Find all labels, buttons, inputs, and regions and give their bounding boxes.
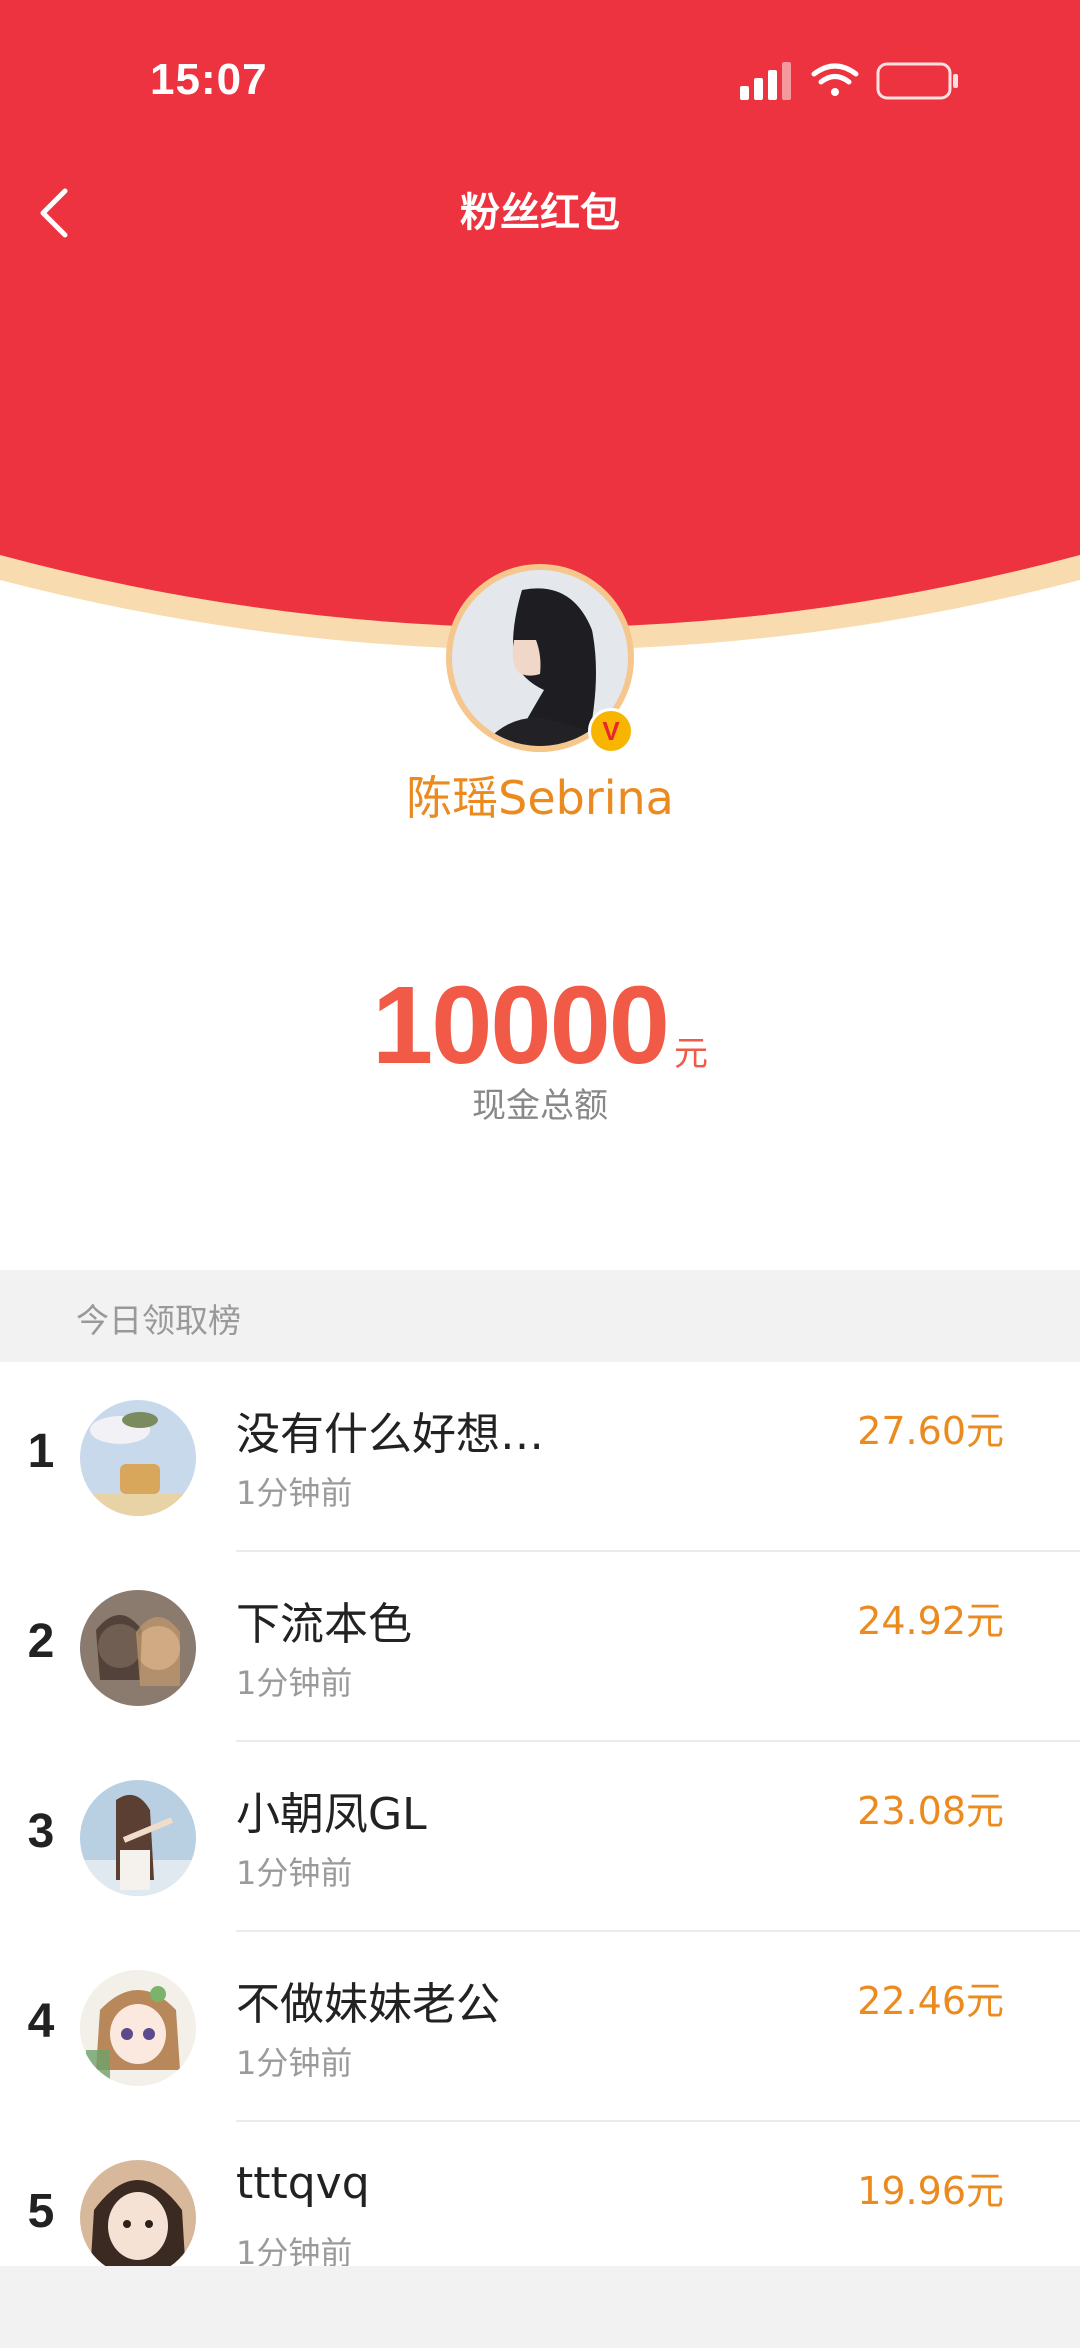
user-avatar[interactable] (80, 1970, 196, 2086)
rank-number: 3 (27, 1805, 55, 1858)
list-item[interactable]: 4 不做妹妹老公 1分钟前 22.46元 (0, 1932, 1080, 2122)
nav-bar: 粉丝红包 (0, 160, 1080, 260)
signal-icon (740, 62, 791, 100)
status-time: 15:07 (150, 55, 268, 104)
status-icons (740, 58, 980, 104)
claim-amount: 23.08元 (857, 1789, 1004, 1833)
leaderboard-list: 1 没有什么好想… 1分钟前 27.60元 2 下流本色 1分钟前 24.92元… (0, 1362, 1080, 2312)
list-item[interactable]: 1 没有什么好想… 1分钟前 27.60元 (0, 1362, 1080, 1552)
user-avatar[interactable] (80, 1590, 196, 1706)
user-avatar[interactable] (80, 1400, 196, 1516)
page-title: 粉丝红包 (460, 190, 620, 236)
profile-name: 陈瑶Sebrina (406, 771, 674, 825)
leaderboard-title: 今日领取榜 (76, 1301, 241, 1340)
total-amount-row: 10000 元 (0, 962, 1080, 1087)
bottom-bar (0, 2266, 1080, 2348)
user-name: 没有什么好想… (236, 1409, 544, 1460)
claim-time: 1分钟前 (236, 2044, 353, 2082)
rank-number: 4 (27, 1995, 55, 2048)
user-name: tttqvq (236, 2158, 370, 2209)
user-avatar[interactable] (80, 1780, 196, 1896)
user-name: 小朝凤GL (236, 1789, 427, 1840)
total-amount: 10000 (372, 964, 670, 1087)
user-name: 下流本色 (236, 1599, 412, 1650)
claim-amount: 22.46元 (857, 1979, 1004, 2023)
wifi-icon (811, 63, 859, 96)
claim-amount: 24.92元 (857, 1599, 1004, 1643)
total-amount-caption: 现金总额 (472, 1086, 608, 1126)
list-item[interactable]: 2 下流本色 1分钟前 24.92元 (0, 1552, 1080, 1742)
claim-time: 1分钟前 (236, 1474, 353, 1512)
rank-number: 5 (27, 2185, 55, 2238)
status-bar: 15:07 (0, 0, 1080, 150)
rank-number: 1 (27, 1425, 55, 1478)
claim-amount: 19.96元 (857, 2169, 1004, 2213)
claim-time: 1分钟前 (236, 1664, 353, 1702)
user-avatar[interactable] (80, 2160, 196, 2276)
claim-amount: 27.60元 (857, 1409, 1004, 1453)
rank-number: 2 (27, 1615, 55, 1668)
battery-icon (876, 62, 958, 100)
list-item[interactable]: 3 小朝凤GL 1分钟前 23.08元 (0, 1742, 1080, 1932)
claim-time: 1分钟前 (236, 1854, 353, 1892)
verified-icon: V (588, 708, 634, 754)
leaderboard-header: 今日领取榜 (0, 1270, 1080, 1362)
user-name: 不做妹妹老公 (236, 1979, 500, 2030)
